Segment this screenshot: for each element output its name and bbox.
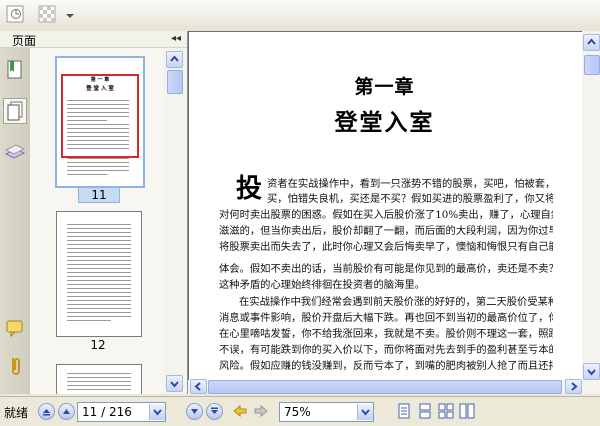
document-horizontal-scrollbar[interactable]	[188, 379, 582, 394]
doc-scroll-left-button[interactable]	[190, 379, 207, 394]
body-line: 在心里嘀咕发誓，你不给我涨回来，我就是不卖。股价则不理这一套，照跌	[219, 328, 553, 340]
thumbnail-label-11: 11	[78, 187, 120, 203]
thumbnail-page-13[interactable]	[56, 364, 142, 394]
toolbar-dropdown[interactable]	[62, 3, 78, 27]
attachments-tab[interactable]	[4, 354, 26, 378]
pointer-icon	[6, 5, 24, 23]
pages-tab[interactable]	[3, 98, 27, 124]
document-vertical-scrollbar[interactable]	[582, 31, 600, 394]
paperclip-icon	[12, 358, 20, 375]
doc-scroll-right-button[interactable]	[565, 379, 582, 394]
bookmark-icon	[7, 60, 22, 79]
collapse-panel-button[interactable]: ◂◂	[171, 33, 181, 44]
previous-page-button[interactable]	[58, 403, 75, 420]
go-back-button[interactable]	[232, 403, 248, 419]
page-number-field[interactable]: 11 / 216	[77, 402, 166, 422]
chevron-down-icon	[587, 369, 596, 376]
comments-tab[interactable]	[4, 316, 26, 340]
chevron-down-icon	[153, 409, 162, 416]
continuous-view-button[interactable]	[417, 403, 433, 419]
last-page-button[interactable]	[206, 403, 223, 420]
arrow-right-icon	[254, 404, 268, 418]
body-line: 资者在实战操作中，看到一只涨势不错的股票，买吧，怕被套，不	[267, 178, 553, 190]
body-line: 将股票卖出而失去了，此时你心理又会后悔卖早了，懊恼和悔恨只有自己能	[219, 241, 553, 253]
status-text: 就绪	[4, 406, 29, 420]
layers-icon	[4, 144, 26, 159]
triangle-down-icon	[191, 409, 198, 414]
page-number-text: 11 / 216	[82, 405, 132, 419]
zoom-select[interactable]: 75%	[279, 402, 374, 422]
page-dropdown-button[interactable]	[149, 404, 165, 420]
chevron-left-icon	[194, 382, 201, 391]
body-line: 买，怕错失良机，买还是不买？假如买进的股票盈利了，你又将面	[267, 193, 553, 205]
thumb-scroll-thumb[interactable]	[167, 70, 183, 94]
first-page-button[interactable]	[38, 403, 55, 420]
thumbnail-page-11[interactable]: 第 一 章 登 堂 入 室	[55, 56, 145, 188]
two-page-icon	[459, 403, 475, 419]
doc-scroll-down-button[interactable]	[583, 363, 600, 380]
chevron-down-icon	[170, 381, 179, 388]
pointer-tool-button[interactable]	[4, 3, 28, 27]
chevron-right-icon	[571, 382, 578, 391]
body-line: 不误，有可能跌到你的买入价以下，而你将面对先去到手的盈利甚至亏本的	[219, 344, 553, 356]
continuous-page-icon	[419, 403, 431, 419]
thumbnail-label-12: 12	[90, 338, 106, 352]
body-line: 这种矛盾的心理始终徘徊在投资者的脑海里。	[219, 279, 425, 291]
zoom-value: 75%	[284, 405, 311, 419]
chevron-down-icon	[361, 409, 370, 416]
thumbnail-scrollbar[interactable]	[163, 48, 185, 394]
thumb-scroll-up-button[interactable]	[166, 51, 183, 68]
body-line: 对何时卖出股票的困惑。假如在买入后股价涨了10%卖出，赚了，心理自然喜	[219, 209, 553, 221]
toolbar	[0, 0, 600, 32]
comment-icon	[6, 320, 23, 338]
single-page-view-button[interactable]	[396, 403, 412, 419]
thumbnail-view-button[interactable]	[36, 3, 60, 27]
next-page-button[interactable]	[186, 403, 203, 420]
drop-cap: 投	[236, 174, 263, 204]
layers-tab[interactable]	[4, 140, 26, 164]
single-page-icon	[398, 403, 410, 419]
checker-icon	[38, 5, 56, 23]
chevron-down-icon	[66, 14, 74, 18]
chevron-up-icon	[587, 38, 596, 45]
grid-pages-icon	[438, 403, 454, 419]
zoom-dropdown-button[interactable]	[357, 404, 373, 420]
bookmarks-tab[interactable]	[4, 58, 26, 82]
chapter-heading: 第一章	[354, 76, 415, 98]
pages-panel-title: 页面	[12, 34, 37, 48]
thumbnail-page-12[interactable]	[56, 211, 142, 337]
last-page-icon	[211, 407, 218, 414]
facing-continuous-view-button[interactable]	[459, 403, 475, 419]
body-line: 体会。假如不卖出的话，当前股价有可能是你见到的最高价，卖还是不卖？	[219, 263, 553, 275]
body-line: 在实战操作中我们经常会遇到前天股价涨的好好的，第二天股价受某种	[239, 296, 553, 308]
body-line: 滋滋的，但当你卖出后，股价却翻了一翻，而后面的大段利润，因为你过早	[219, 225, 553, 237]
chapter-title: 登堂入室	[334, 109, 435, 136]
first-page-icon	[43, 409, 50, 416]
doc-scroll-thumb[interactable]	[584, 55, 600, 75]
pages-icon	[7, 101, 23, 121]
arrow-left-icon	[233, 404, 247, 418]
doc-hscroll-thumb[interactable]	[208, 380, 562, 394]
thumb-scroll-down-button[interactable]	[166, 375, 183, 392]
facing-view-button[interactable]	[438, 403, 454, 419]
body-line: 消息或事件影响，股价开盘后大幅下跌。再也回不到当初的最高价位了，你	[219, 312, 553, 324]
go-forward-button[interactable]	[253, 403, 269, 419]
doc-scroll-up-button[interactable]	[583, 34, 600, 51]
triangle-up-icon	[63, 409, 70, 414]
panel-tab-strip	[0, 48, 30, 394]
body-line: 风险。假如应赚的钱没赚到，反而亏本了，到嘴的肥肉被别人抢了而且还拌	[219, 360, 553, 372]
thumbnail-list: 第 一 章 登 堂 入 室 11 12	[31, 48, 163, 394]
thumbnail-page-content: 第 一 章 登 堂 入 室	[61, 63, 139, 180]
chevron-up-icon	[170, 55, 179, 62]
